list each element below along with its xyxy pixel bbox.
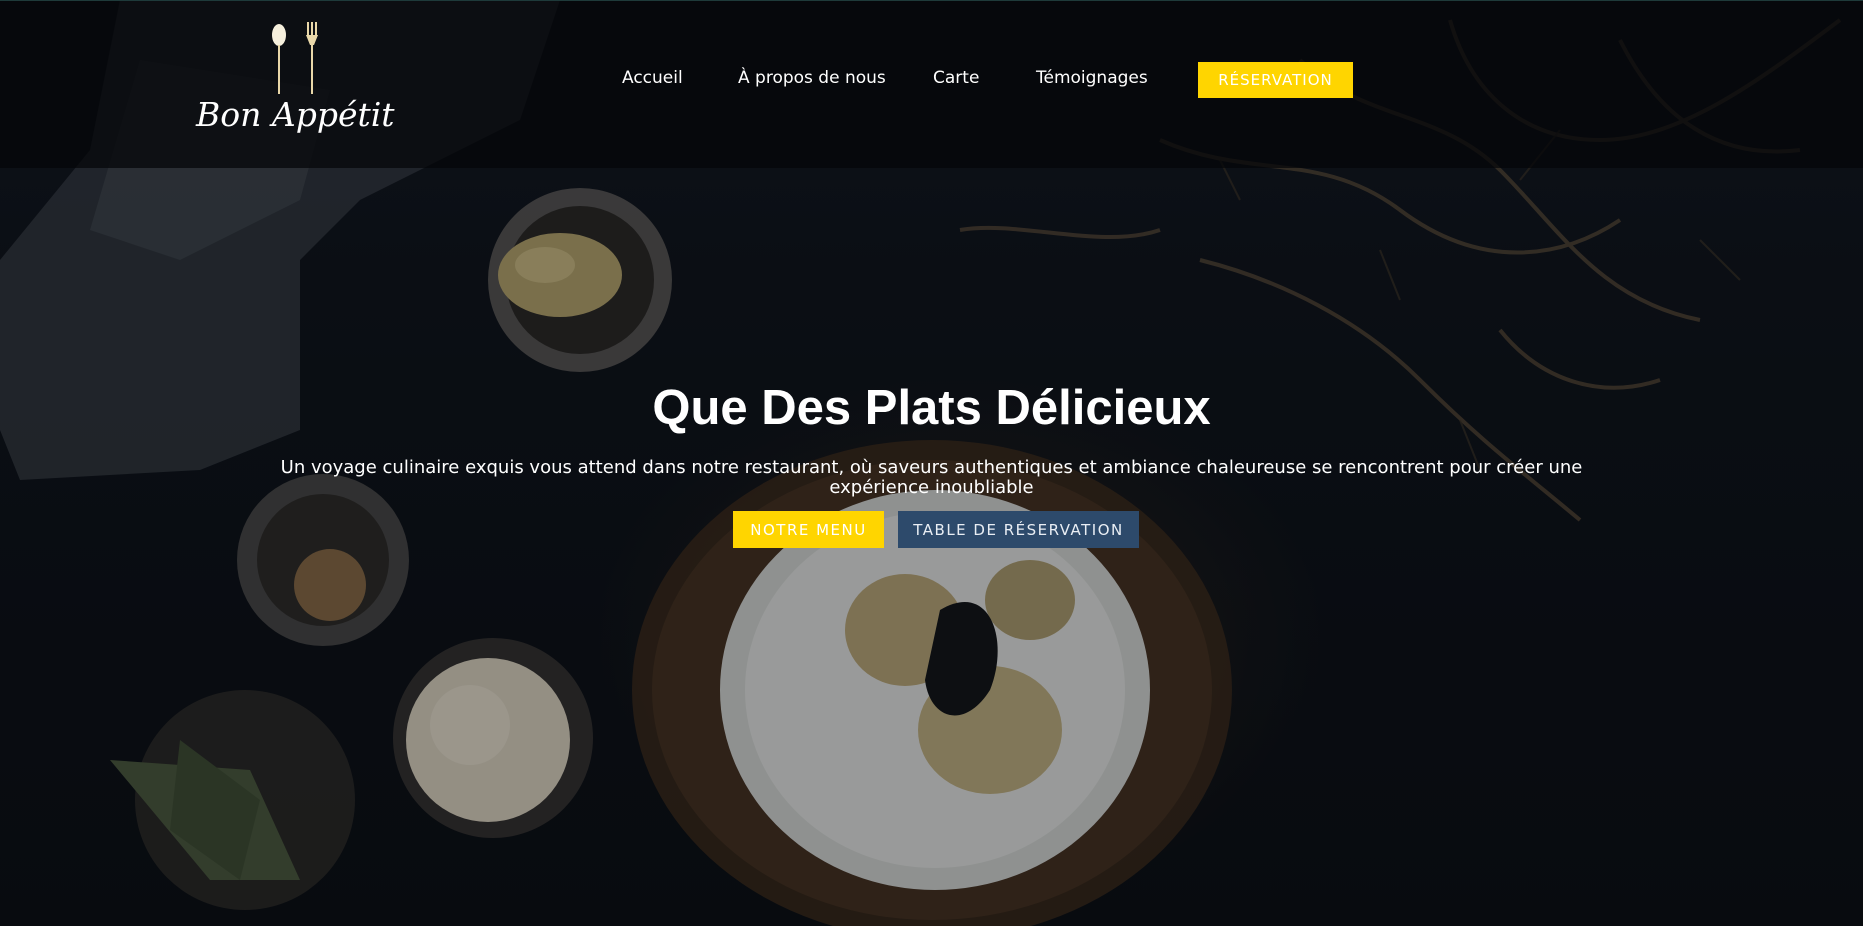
hero-title: Que Des Plats Délicieux	[652, 381, 1211, 435]
main-nav: Accueil À propos de nous Carte Témoignag…	[0, 1, 1863, 161]
hero-subtitle: Un voyage culinaire exquis vous attend d…	[280, 457, 1583, 498]
nav-item-temoignages[interactable]: Témoignages	[1036, 68, 1148, 88]
nav-item-a-propos[interactable]: À propos de nous	[738, 68, 886, 88]
nav-item-accueil[interactable]: Accueil	[622, 68, 683, 88]
book-table-button[interactable]: TABLE DE RÉSERVATION	[898, 511, 1139, 548]
nav-item-carte[interactable]: Carte	[933, 68, 979, 88]
our-menu-button[interactable]: NOTRE MENU	[733, 511, 884, 548]
reservation-nav-button[interactable]: RÉSERVATION	[1198, 62, 1353, 98]
site-header: Bon Appétit Accueil À propos de nous Car…	[0, 0, 1863, 168]
